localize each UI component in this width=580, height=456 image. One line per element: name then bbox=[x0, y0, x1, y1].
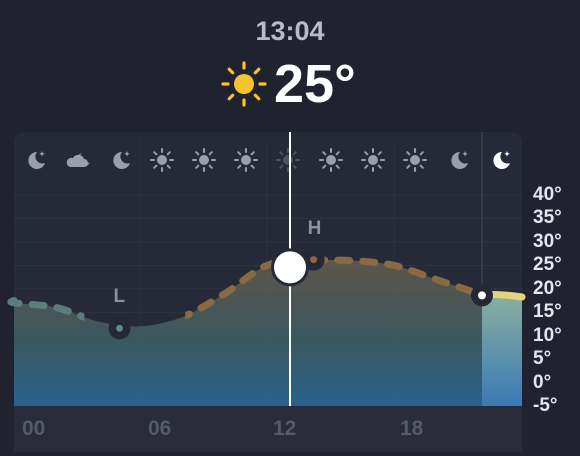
x-tick-label: 06 bbox=[148, 417, 172, 440]
current-point-handle bbox=[274, 251, 306, 284]
y-tick-label: 0° bbox=[533, 371, 552, 393]
x-axis-band bbox=[14, 406, 522, 452]
y-tick-label: 30° bbox=[533, 230, 562, 252]
temperature-chart[interactable] bbox=[0, 0, 580, 456]
x-tick-label: 00 bbox=[22, 417, 46, 440]
low-marker-dot bbox=[116, 324, 123, 332]
y-tick-label: -5° bbox=[533, 395, 558, 416]
y-tick-label: 20° bbox=[533, 277, 562, 299]
y-tick-label: 35° bbox=[533, 207, 562, 229]
y-tick-label: 15° bbox=[533, 301, 562, 323]
low-label: L bbox=[113, 286, 126, 308]
y-tick-label: 10° bbox=[533, 324, 562, 346]
x-tick-label: 18 bbox=[400, 417, 424, 440]
y-tick-label: 5° bbox=[533, 348, 552, 370]
high-label: H bbox=[307, 217, 322, 239]
y-tick-label: 40° bbox=[533, 184, 562, 205]
x-tick-label: 12 bbox=[273, 417, 297, 440]
now-marker-dot bbox=[478, 291, 486, 300]
y-tick-label: 25° bbox=[533, 254, 562, 276]
high-marker-dot bbox=[310, 256, 318, 264]
upcoming-area-fill bbox=[482, 294, 522, 406]
